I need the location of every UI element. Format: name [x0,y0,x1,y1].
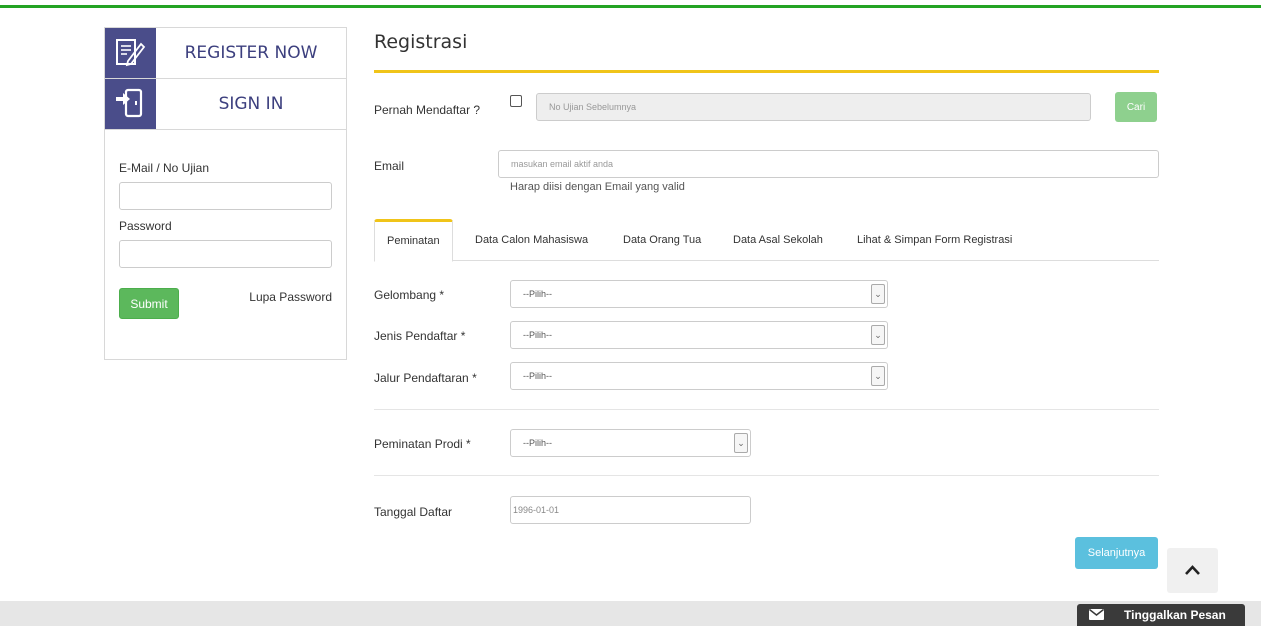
jenis-pendaftar-label: Jenis Pendaftar * [374,329,466,343]
submit-button[interactable]: Submit [119,288,179,319]
tab-peminatan[interactable]: Peminatan [374,219,453,262]
sign-in-link[interactable]: SIGN IN [105,79,346,130]
password-input[interactable] [119,240,332,268]
gelombang-value: --Pilih-- [523,289,552,299]
jalur-pendaftaran-value: --Pilih-- [523,371,552,381]
tinggalkan-pesan-label: Tinggalkan Pesan [1124,608,1226,622]
scroll-to-top-button[interactable] [1167,548,1218,593]
email-input[interactable]: masukan email aktif anda [498,150,1159,178]
tinggalkan-pesan-button[interactable]: Tinggalkan Pesan [1077,604,1245,626]
email-ujian-input[interactable] [119,182,332,210]
title-underline [374,70,1159,73]
register-now-label: REGISTER NOW [184,43,318,63]
email-help-text: Harap diisi dengan Email yang valid [510,181,685,193]
register-icon [105,28,156,78]
chevron-down-icon: ⌄ [871,366,885,386]
page-title: Registrasi [374,31,468,53]
cari-button[interactable]: Cari [1115,92,1157,122]
pernah-mendaftar-checkbox[interactable] [510,95,522,107]
peminatan-prodi-label: Peminatan Prodi * [374,437,471,451]
sign-in-label: SIGN IN [218,94,284,114]
chevron-down-icon: ⌄ [871,284,885,304]
peminatan-prodi-select[interactable]: --Pilih-- ⌄ [510,429,751,457]
password-label: Password [119,219,172,233]
tanggal-daftar-label: Tanggal Daftar [374,505,453,519]
email-ujian-label: E-Mail / No Ujian [119,161,210,175]
selanjutnya-button[interactable]: Selanjutnya [1075,537,1158,569]
register-now-link[interactable]: REGISTER NOW [105,28,346,79]
jalur-pendaftaran-select[interactable]: --Pilih-- ⌄ [510,362,888,390]
tab-data-orang-tua[interactable]: Data Orang Tua [611,219,713,261]
divider [374,409,1159,410]
forgot-password-link[interactable]: Lupa Password [249,290,332,304]
chevron-up-icon [1185,565,1200,575]
jenis-pendaftar-value: --Pilih-- [523,330,552,340]
sign-in-icon [105,79,156,129]
peminatan-prodi-value: --Pilih-- [523,438,552,448]
top-accent-bar [0,5,1261,8]
divider [374,475,1159,476]
tab-lihat-simpan[interactable]: Lihat & Simpan Form Registrasi [845,219,1024,261]
chevron-down-icon: ⌄ [871,325,885,345]
envelope-icon [1089,609,1104,620]
chevron-down-icon: ⌄ [734,433,748,453]
registration-tabs: Peminatan Data Calon Mahasiswa Data Oran… [374,219,1159,262]
email-label: Email [374,159,405,173]
gelombang-label: Gelombang * [374,288,445,302]
gelombang-select[interactable]: --Pilih-- ⌄ [510,280,888,308]
tab-data-asal-sekolah[interactable]: Data Asal Sekolah [721,219,835,261]
tanggal-daftar-input[interactable]: 1996-01-01 [510,496,751,524]
tab-data-calon-mahasiswa[interactable]: Data Calon Mahasiswa [463,219,600,261]
footer-bar [0,601,1261,626]
jalur-pendaftaran-label: Jalur Pendaftaran * [374,371,477,385]
sidebar-panel: REGISTER NOW SIGN IN E-Mail / No Ujian P… [104,27,347,360]
no-ujian-sebelumnya-input[interactable]: No Ujian Sebelumnya [536,93,1091,121]
pernah-mendaftar-label: Pernah Mendaftar ? [374,103,481,117]
jenis-pendaftar-select[interactable]: --Pilih-- ⌄ [510,321,888,349]
login-form: E-Mail / No Ujian Password [119,161,333,268]
